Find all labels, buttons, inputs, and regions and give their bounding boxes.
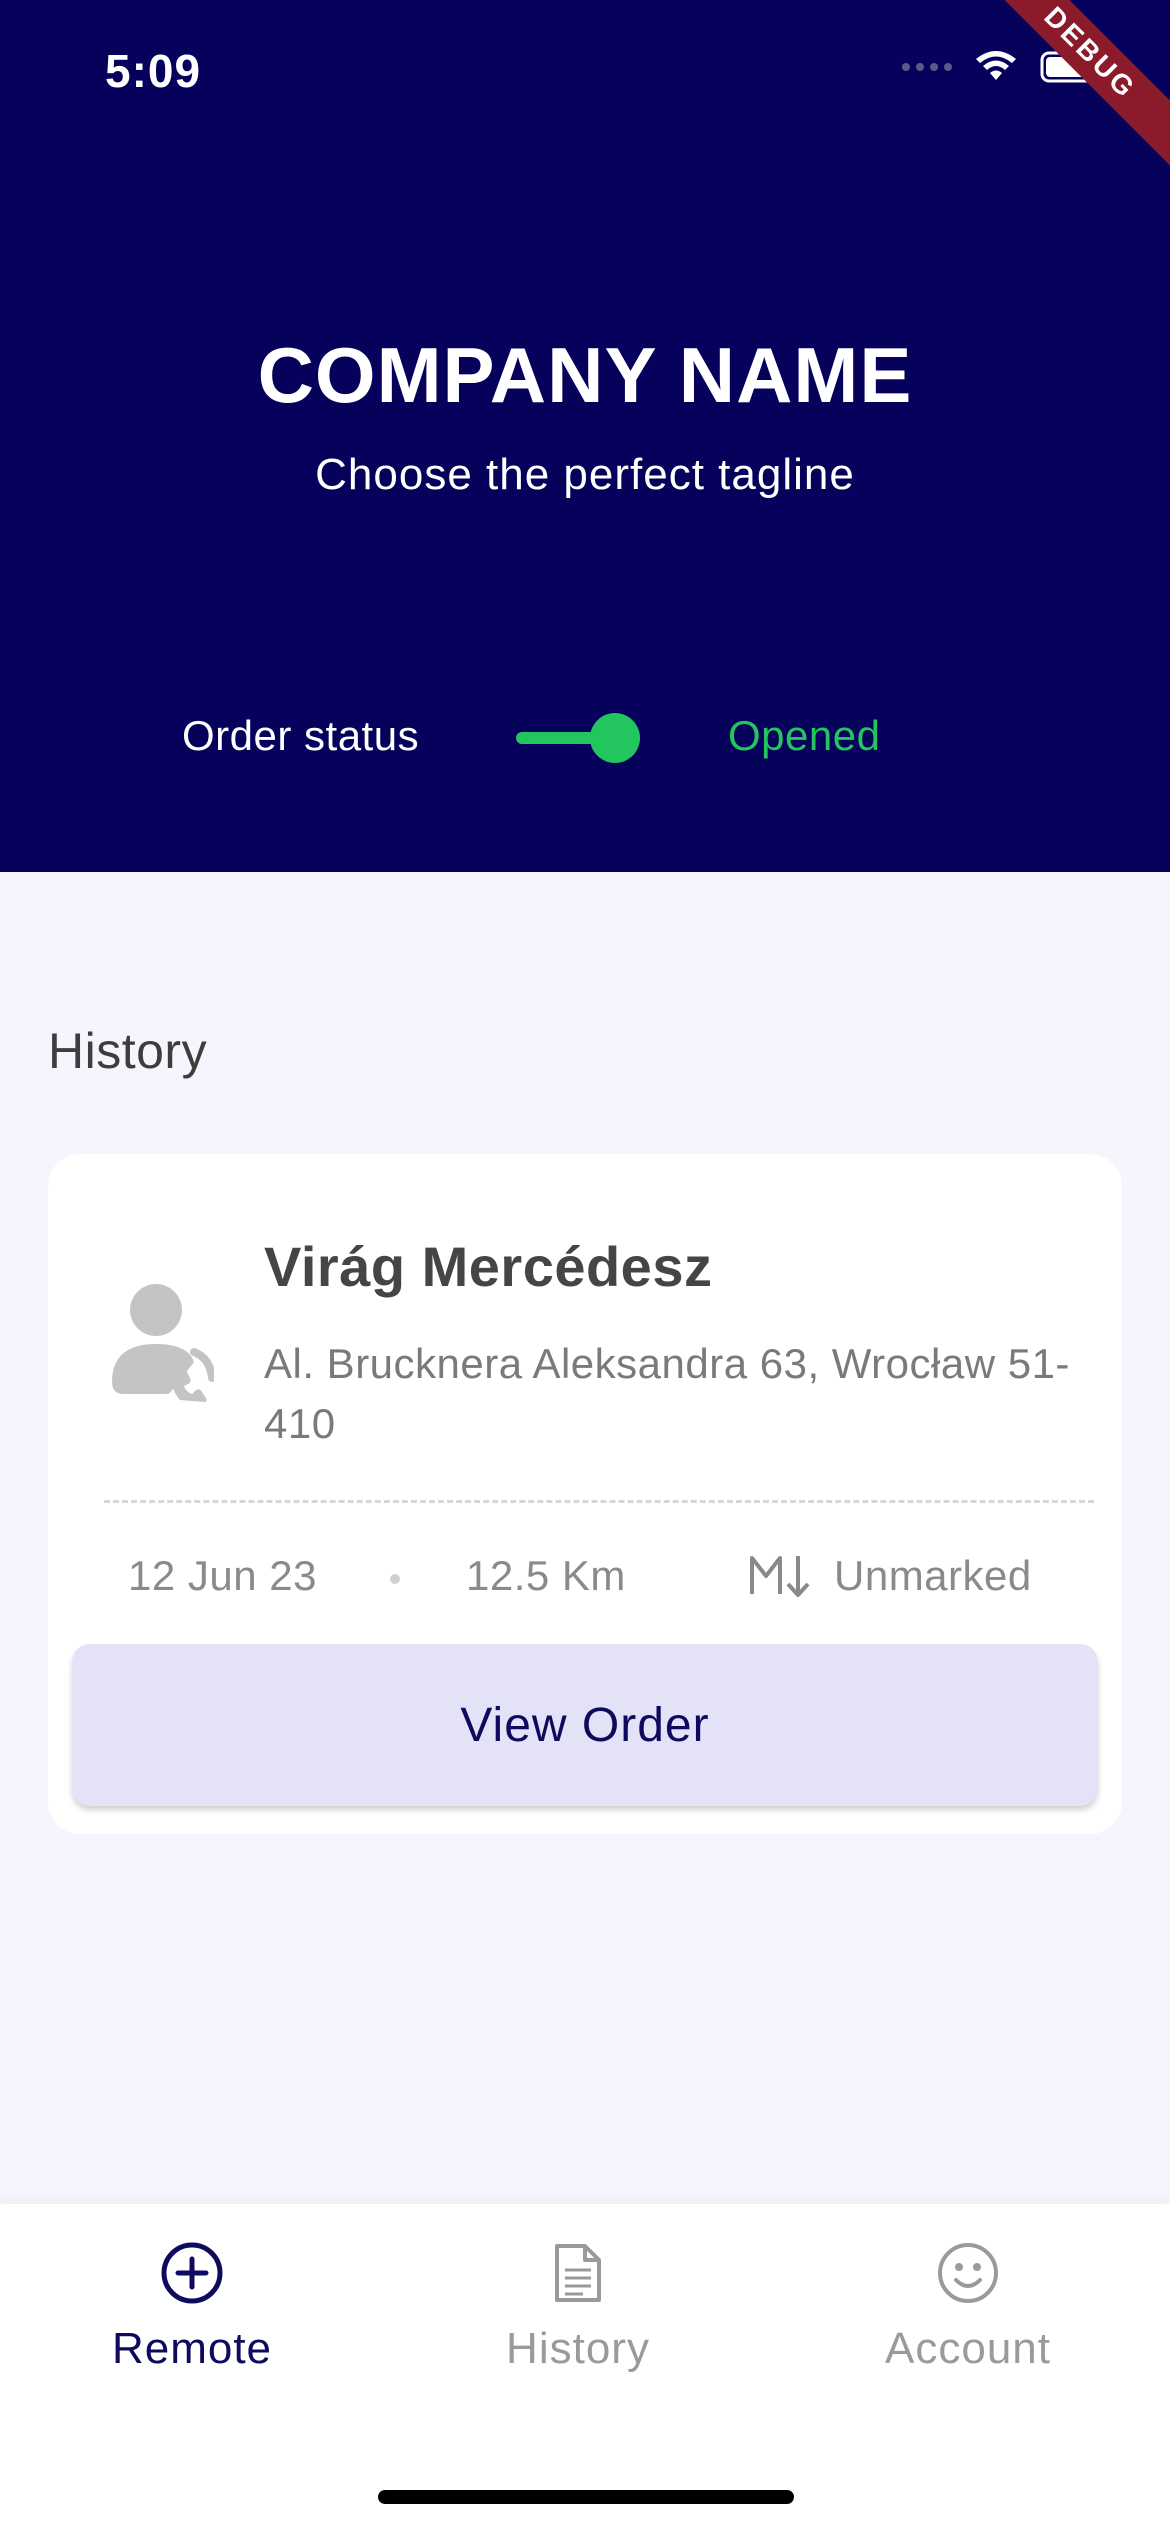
status-time: 5:09 [105, 45, 202, 97]
wifi-icon [976, 51, 1016, 80]
nav-item-remote[interactable]: Remote [42, 2240, 342, 2400]
order-status-label: Order status [182, 712, 420, 759]
screen: 5:09 DEBUG COMPANY NAME Choose the perfe… [0, 0, 1170, 2532]
debug-banner: DEBUG [967, 0, 1170, 176]
plus-circle-icon [161, 2242, 223, 2304]
nav-item-account[interactable]: Account [818, 2240, 1118, 2400]
view-order-button[interactable]: View Order [72, 1644, 1098, 1806]
order-status-toggle[interactable] [516, 713, 640, 763]
mark-status: Unmarked [834, 1552, 1032, 1599]
nav-label-remote: Remote [111, 2324, 273, 2373]
order-date: 12 Jun 23 [128, 1552, 317, 1599]
bottom-nav: Remote History Account [0, 2204, 1170, 2532]
nav-label-account: Account [885, 2324, 1051, 2373]
smiley-icon [938, 2243, 998, 2303]
order-card: Virág Mercédesz Al. Brucknera Aleksandra… [48, 1154, 1122, 1834]
customer-name: Virág Mercédesz [264, 1235, 713, 1298]
toggle-thumb [590, 713, 640, 763]
nav-item-history[interactable]: History [428, 2240, 728, 2400]
markdown-down-icon [750, 1556, 810, 1597]
home-indicator[interactable] [378, 2490, 794, 2504]
card-divider [104, 1500, 1094, 1503]
customer-address: Al. Brucknera Aleksandra 63, Wrocław 51-… [264, 1340, 1070, 1447]
customer-phone-avatar-icon [112, 1284, 214, 1402]
tagline: Choose the perfect tagline [315, 450, 855, 499]
cellular-signal-icon [902, 63, 952, 71]
document-icon [555, 2244, 601, 2302]
order-distance: 12.5 Km [466, 1552, 626, 1599]
header: 5:09 DEBUG COMPANY NAME Choose the perfe… [0, 0, 1170, 872]
order-status-value: Opened [728, 712, 881, 759]
history-section-title: History [48, 1023, 208, 1079]
company-name: COMPANY NAME [257, 331, 913, 419]
separator-dot [390, 1574, 400, 1584]
nav-label-history: History [506, 2324, 650, 2373]
